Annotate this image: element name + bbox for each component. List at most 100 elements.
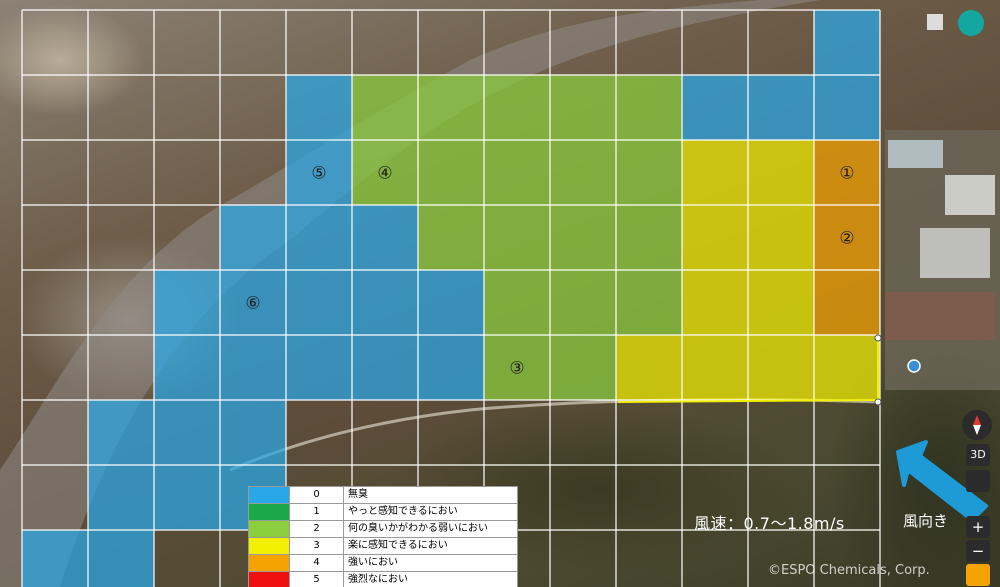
factory-roof	[885, 292, 995, 340]
legend-row: 2 何の臭いかがわかる弱いにおい	[248, 520, 518, 538]
locate-button[interactable]	[966, 470, 990, 492]
odor-cell	[418, 205, 484, 270]
odor-cell	[748, 140, 814, 205]
odor-cell	[352, 205, 418, 270]
odor-cell	[748, 75, 814, 140]
odor-cell	[22, 530, 88, 587]
layers-button[interactable]	[927, 14, 943, 30]
wind-speed-label: 風速：0.7～1.8m/s	[694, 514, 845, 533]
odor-cell	[484, 140, 550, 205]
odor-cell	[418, 335, 484, 400]
point-label: ②	[839, 229, 854, 249]
compass-icon[interactable]	[962, 410, 992, 440]
odor-cell	[286, 205, 352, 270]
legend-level: 3	[289, 537, 344, 555]
odor-cell	[484, 75, 550, 140]
odor-cell	[154, 465, 220, 530]
odor-cell	[682, 270, 748, 335]
odor-cell	[418, 140, 484, 205]
odor-cell	[616, 335, 682, 400]
odor-cell	[682, 75, 748, 140]
odor-cell	[748, 270, 814, 335]
odor-cell	[286, 335, 352, 400]
satellite-map[interactable]: ① ② ③ ④ ⑤ ⑥ 0 無臭 1 やっと感知できるにおい 2 何の臭いかがわかる弱いにおい 3 楽に…	[0, 0, 1000, 587]
odor-cell	[220, 400, 286, 465]
odor-cell	[88, 465, 154, 530]
legend-level: 4	[289, 554, 344, 572]
legend-label: 何の臭いかがわかる弱いにおい	[343, 520, 518, 538]
odor-cell	[748, 205, 814, 270]
point-label: ⑥	[245, 294, 260, 314]
account-button[interactable]	[958, 10, 984, 36]
odor-cell	[154, 270, 220, 335]
legend-swatch	[248, 571, 290, 587]
location-pin-icon	[907, 359, 921, 373]
legend-row: 0 無臭	[248, 486, 518, 504]
legend-level: 5	[289, 571, 344, 587]
odor-cell	[814, 270, 880, 335]
boundary-marker	[874, 334, 882, 342]
wind-direction-label: 風向き	[903, 512, 949, 530]
legend-label: 強烈なにおい	[343, 571, 518, 587]
odor-cell	[352, 335, 418, 400]
odor-cell	[682, 205, 748, 270]
odor-cell	[484, 270, 550, 335]
odor-cell	[418, 75, 484, 140]
odor-cell	[682, 335, 748, 400]
odor-cell	[550, 270, 616, 335]
street-view-icon[interactable]	[966, 564, 990, 586]
legend-swatch	[248, 520, 290, 538]
odor-cell	[220, 205, 286, 270]
odor-cell	[550, 140, 616, 205]
zoom-out-button[interactable]: −	[966, 540, 990, 562]
point-label: ③	[509, 359, 524, 379]
3d-toggle-button[interactable]: 3D	[966, 444, 990, 466]
point-label: ④	[377, 164, 392, 184]
odor-cell	[550, 75, 616, 140]
legend-level: 2	[289, 520, 344, 538]
zoom-in-button[interactable]: +	[966, 516, 990, 538]
legend-swatch	[248, 486, 290, 504]
legend-swatch	[248, 537, 290, 555]
odor-cell	[682, 140, 748, 205]
point-label: ⑤	[311, 164, 326, 184]
legend-swatch	[248, 503, 290, 521]
legend-label: 強いにおい	[343, 554, 518, 572]
legend-label: やっと感知できるにおい	[343, 503, 518, 521]
odor-cell	[418, 270, 484, 335]
legend-swatch	[248, 554, 290, 572]
legend-label: 無臭	[343, 486, 518, 504]
greenhouse-rows	[888, 140, 943, 168]
copyright: ©ESPO Chemicals, Corp.	[768, 563, 930, 578]
odor-cell	[286, 270, 352, 335]
odor-cell	[484, 205, 550, 270]
odor-legend: 0 無臭 1 やっと感知できるにおい 2 何の臭いかがわかる弱いにおい 3 楽に感知できるにお…	[248, 486, 518, 587]
road	[229, 398, 881, 472]
legend-row: 3 楽に感知できるにおい	[248, 537, 518, 555]
odor-cell	[220, 335, 286, 400]
odor-cell	[814, 10, 880, 75]
odor-cell	[616, 205, 682, 270]
odor-cell	[154, 335, 220, 400]
odor-cell	[814, 75, 880, 140]
odor-cell	[352, 270, 418, 335]
odor-cell	[154, 400, 220, 465]
odor-cell	[616, 75, 682, 140]
legend-level: 1	[289, 503, 344, 521]
odor-cell	[352, 75, 418, 140]
odor-cell	[748, 335, 814, 400]
legend-label: 楽に感知できるにおい	[343, 537, 518, 555]
legend-row: 5 強烈なにおい	[248, 571, 518, 587]
legend-row: 4 強いにおい	[248, 554, 518, 572]
odor-cell	[286, 75, 352, 140]
greenhouse-rows	[920, 228, 990, 278]
odor-cell	[814, 335, 880, 400]
point-label: ①	[839, 164, 854, 184]
odor-cell	[550, 205, 616, 270]
legend-level: 0	[289, 486, 344, 504]
greenhouse-rows	[945, 175, 995, 215]
legend-row: 1 やっと感知できるにおい	[248, 503, 518, 521]
odor-cell	[550, 335, 616, 400]
odor-cell	[616, 270, 682, 335]
odor-cell	[88, 400, 154, 465]
